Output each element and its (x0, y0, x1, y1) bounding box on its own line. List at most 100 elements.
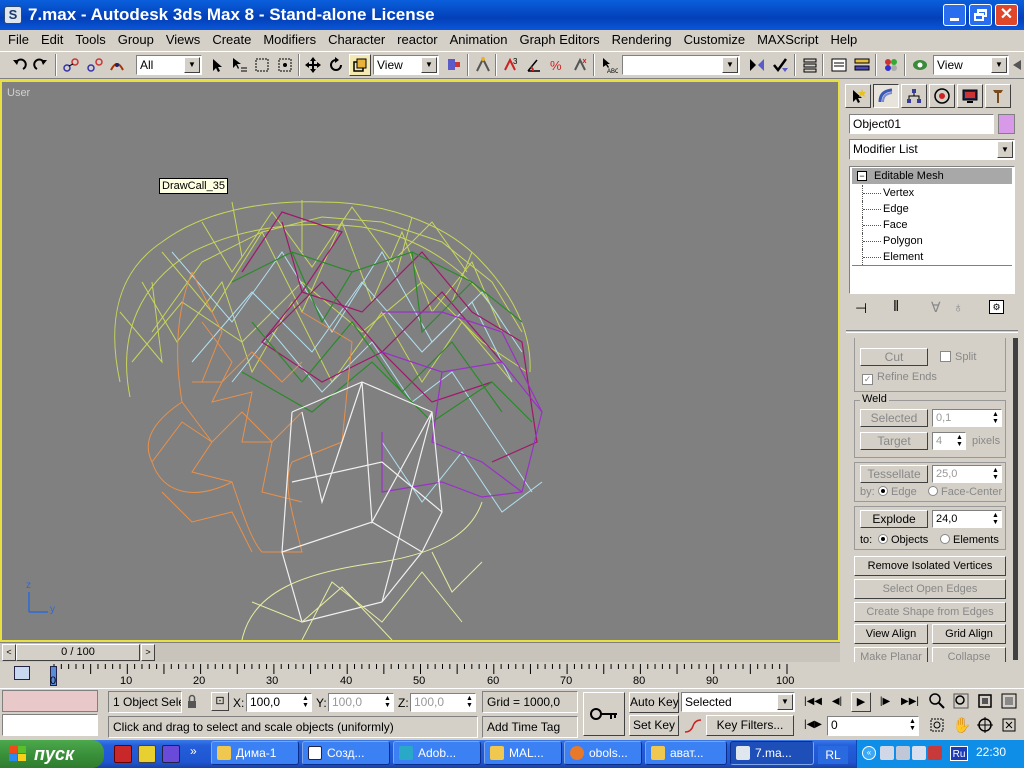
spinner-arrows-icon[interactable]: ▲ ▼ (991, 411, 1000, 425)
curve-editor-icon[interactable] (828, 54, 850, 76)
set-key-button[interactable]: Set Key (629, 715, 679, 736)
add-time-tag-field[interactable]: Add Time Tag (482, 716, 578, 738)
previous-frame-icon[interactable]: ◀| (827, 693, 847, 711)
weld-target-button[interactable]: Target (860, 432, 928, 450)
track-bar-ruler[interactable] (44, 662, 854, 688)
stack-subobject-vertex[interactable]: Vertex (862, 185, 914, 201)
wireframe-head-model[interactable] (2, 82, 838, 640)
stack-subobject-polygon[interactable]: Polygon (862, 233, 923, 249)
close-button[interactable]: ✕ (995, 4, 1018, 26)
spinner-arrows-icon[interactable]: ▲ ▼ (991, 512, 1000, 526)
play-icon[interactable]: ▶ (851, 692, 871, 712)
menu-customize[interactable]: Customize (678, 30, 751, 50)
x-coord-spinner[interactable]: 100,0 ▲ ▼ (246, 693, 312, 712)
schematic-view-icon[interactable] (851, 54, 873, 76)
render-scene-icon[interactable] (909, 54, 931, 76)
key-mode-dropdown[interactable]: Selected ▼ (681, 692, 795, 712)
menu-tools[interactable]: Tools (69, 30, 111, 50)
render-view-dropdown[interactable]: View ▼ (933, 55, 1009, 75)
time-slider-prev[interactable]: < (2, 644, 16, 661)
next-frame-icon[interactable]: |▶ (875, 693, 895, 711)
default-in-out-tangent-icon[interactable] (683, 716, 703, 736)
menu-reactor[interactable]: reactor (391, 30, 443, 50)
restore-button[interactable] (969, 4, 992, 26)
chevron-down-icon[interactable]: ▼ (777, 694, 793, 710)
quick-launch-expand-icon[interactable]: » (190, 744, 197, 758)
track-bar-filter-icon[interactable] (14, 666, 30, 680)
current-frame-spinner[interactable]: 0 ▲ ▼ (827, 716, 919, 736)
view-align-button[interactable]: View Align (854, 624, 928, 644)
spinner-arrows-icon[interactable]: ▲ ▼ (301, 695, 310, 709)
field-of-view-icon[interactable] (928, 716, 948, 736)
cut-button[interactable]: Cut (860, 348, 928, 366)
layer-manager-icon[interactable] (799, 54, 821, 76)
stack-subobject-edge[interactable]: Edge (862, 201, 909, 217)
explode-angle-spinner[interactable]: 24,0 ▲ ▼ (932, 510, 1002, 528)
tray-icon-1[interactable] (880, 746, 894, 760)
menu-maxscript[interactable]: MAXScript (751, 30, 824, 50)
time-slider-next[interactable]: > (141, 644, 155, 661)
stack-item-editable-mesh[interactable]: − Editable Mesh (852, 168, 1012, 184)
display-tab-icon[interactable] (957, 84, 983, 108)
taskbar-item-3dsmax[interactable]: 7.ma... (730, 741, 814, 765)
edit-named-selection-icon[interactable]: ABC (598, 54, 620, 76)
zoom-icon[interactable] (928, 692, 948, 712)
set-key-mode-button[interactable] (583, 692, 625, 736)
radio-on-icon[interactable] (878, 486, 888, 496)
minimize-button[interactable] (943, 4, 966, 26)
taskbar-item-adobe[interactable]: Adob... (393, 741, 481, 765)
refine-ends-check-icon[interactable]: ✓ (862, 374, 873, 385)
by-edge-radio[interactable]: Edge (878, 486, 917, 498)
arc-rotate-icon[interactable] (976, 716, 996, 736)
time-slider-thumb[interactable]: 0 / 100 (16, 644, 140, 661)
create-tab-icon[interactable] (845, 84, 871, 108)
taskbar-item-folder-dima[interactable]: Дима-1 (211, 741, 299, 765)
spinner-arrows-icon[interactable]: ▲ ▼ (383, 695, 392, 709)
angle-snap-icon[interactable] (523, 54, 545, 76)
material-editor-icon[interactable] (880, 54, 902, 76)
menu-animation[interactable]: Animation (444, 30, 514, 50)
tessellate-tension-spinner[interactable]: 25,0 ▲ ▼ (932, 465, 1002, 483)
language-indicator[interactable]: RL (818, 746, 848, 764)
y-coord-spinner[interactable]: 100,0 ▲ ▼ (328, 693, 394, 712)
pan-icon[interactable]: ✋ (952, 716, 972, 736)
menu-modifiers[interactable]: Modifiers (257, 30, 322, 50)
track-bar[interactable]: 0 10 20 30 40 50 60 70 80 90 100 (0, 662, 840, 688)
tray-language-badge[interactable]: Ru (950, 746, 968, 761)
named-selection-sets-dropdown[interactable]: ▼ (622, 55, 740, 75)
menu-create[interactable]: Create (206, 30, 257, 50)
unlink-icon[interactable] (84, 54, 106, 76)
clock[interactable]: 22:30 (976, 745, 1006, 759)
radio-off-icon[interactable] (928, 486, 938, 496)
menu-edit[interactable]: Edit (35, 30, 69, 50)
spinner-arrows-icon[interactable]: ▲ ▼ (991, 467, 1000, 481)
stack-subobject-element[interactable]: Element (862, 249, 923, 265)
chevron-down-icon[interactable]: ▼ (421, 57, 437, 73)
remove-modifier-icon[interactable]: ♁ (953, 299, 964, 315)
time-slider-track[interactable]: < 0 / 100 > (0, 642, 840, 662)
modify-tab-icon[interactable] (873, 84, 899, 108)
collapse-button[interactable]: Collapse (932, 647, 1006, 662)
quick-launch-icon-2[interactable] (138, 745, 156, 763)
quick-launch-icon-3[interactable] (162, 745, 180, 763)
object-name-field[interactable]: Object01 (849, 114, 994, 134)
snaps-toggle-icon[interactable]: 3 (500, 54, 522, 76)
undo-icon[interactable] (8, 54, 30, 76)
utilities-tab-icon[interactable] (985, 84, 1011, 108)
menu-graph-editors[interactable]: Graph Editors (513, 30, 605, 50)
select-and-rotate-icon[interactable] (325, 54, 347, 76)
zoom-extents-all-icon[interactable] (1000, 692, 1020, 712)
weld-selected-button[interactable]: Selected (860, 409, 928, 427)
make-planar-button[interactable]: Make Planar (854, 647, 928, 662)
weld-threshold-spinner[interactable]: 0,1 ▲ ▼ (932, 409, 1002, 427)
bind-space-warp-icon[interactable] (106, 54, 128, 76)
to-elements-radio[interactable]: Elements (940, 534, 999, 546)
chevron-down-icon[interactable]: ▼ (991, 57, 1007, 73)
weld-pixels-spinner[interactable]: 4 ▲ ▼ (932, 432, 966, 450)
mirror-icon[interactable] (746, 54, 768, 76)
key-filters-button[interactable]: Key Filters... (706, 715, 794, 736)
taskbar-item-word[interactable]: Созд... (302, 741, 390, 765)
redo-icon[interactable] (30, 54, 52, 76)
spinner-snap-icon[interactable] (569, 54, 591, 76)
viewport[interactable]: User DrawCall_35 z y (0, 80, 840, 642)
